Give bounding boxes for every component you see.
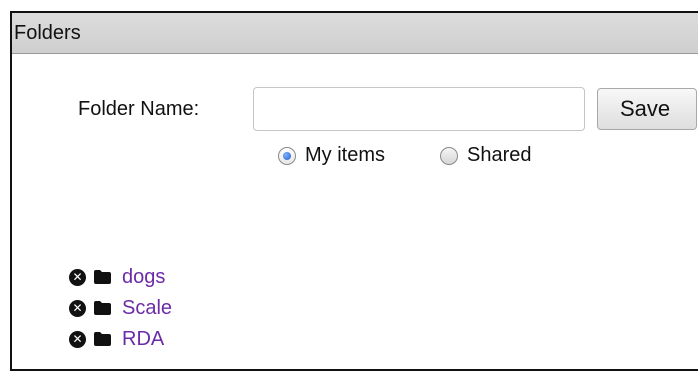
radio-my-items-label: My items <box>305 144 385 166</box>
radio-selected-icon[interactable] <box>278 146 296 165</box>
panel-header: Folders <box>12 13 698 54</box>
panel-title: Folders <box>14 22 81 44</box>
delete-icon[interactable]: ✕ <box>69 330 86 348</box>
folder-row-dogs: ✕ dogs <box>69 266 165 288</box>
radio-my-items[interactable]: My items <box>278 144 385 167</box>
folder-icon <box>94 301 111 315</box>
radio-shared-label: Shared <box>467 144 532 166</box>
folder-icon <box>94 332 111 346</box>
folder-row-rda: ✕ RDA <box>69 328 164 350</box>
folder-name-label: Folder Name: <box>78 98 200 120</box>
radio-unselected-icon[interactable] <box>440 146 458 165</box>
folder-name-input[interactable] <box>253 87 585 131</box>
radio-shared[interactable]: Shared <box>440 144 532 167</box>
delete-icon[interactable]: ✕ <box>69 299 86 317</box>
delete-icon[interactable]: ✕ <box>69 268 86 286</box>
folder-row-scale: ✕ Scale <box>69 297 172 319</box>
save-button[interactable]: Save <box>597 88 697 130</box>
folder-link-rda[interactable]: RDA <box>122 328 164 351</box>
folder-icon <box>94 270 111 284</box>
folder-link-scale[interactable]: Scale <box>122 297 172 320</box>
folders-panel: Folders Folder Name: Save My items Share… <box>10 11 698 371</box>
folder-link-dogs[interactable]: dogs <box>122 266 165 289</box>
